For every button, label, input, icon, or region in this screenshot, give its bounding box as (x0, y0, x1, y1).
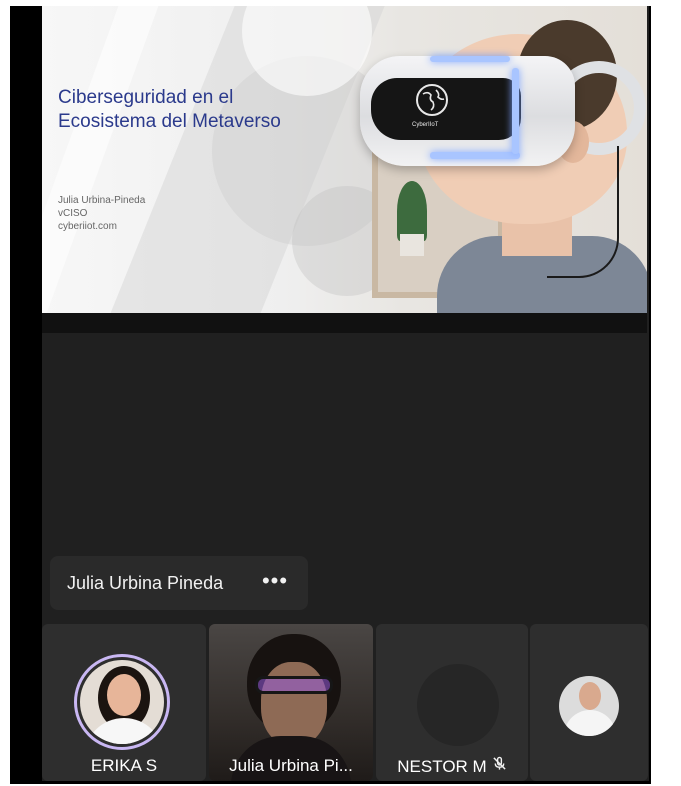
avatar-placeholder (417, 664, 499, 746)
avatar (80, 660, 164, 744)
meeting-window: Ciberseguridad en el Ecosistema del Meta… (10, 6, 651, 784)
slide-role: vCISO (58, 208, 88, 219)
presenter-name: Julia Urbina Pineda (67, 573, 224, 593)
participant-name-row: NESTOR M (376, 751, 528, 781)
speaking-indicator (74, 654, 170, 750)
participant-tile[interactable]: Julia Urbina Pi... (209, 624, 373, 781)
headset-light (512, 68, 519, 154)
photo-plant-pot (400, 234, 424, 256)
meeting-stage: Ciberseguridad en el Ecosistema del Meta… (42, 6, 649, 781)
participant-tile[interactable]: ERIKA S (42, 624, 206, 781)
slide-title: Ciberseguridad en el Ecosistema del Meta… (58, 87, 281, 132)
shared-slide: Ciberseguridad en el Ecosistema del Meta… (42, 6, 647, 313)
avatar (559, 676, 619, 736)
participant-name: ERIKA S (90, 756, 158, 775)
participant-name: NESTOR M (397, 757, 487, 776)
participant-name: Julia Urbina Pi... (229, 756, 353, 775)
slide-author: Julia Urbina-Pineda (58, 195, 146, 206)
headset-light (430, 152, 520, 159)
participant-tile[interactable]: NESTOR M (376, 624, 528, 781)
slide-website: cyberiiot.com (58, 221, 117, 232)
mic-off-icon (492, 751, 507, 781)
earbud-cable (547, 146, 619, 278)
participant-tile[interactable] (530, 624, 648, 781)
more-horizontal-icon[interactable]: ••• (259, 566, 291, 598)
globe-logo-icon (416, 84, 448, 116)
headset-logo-text: CyberIIoT (412, 122, 439, 128)
photo-plant (397, 181, 427, 241)
presenter-label: Julia Urbina Pineda ••• (50, 556, 308, 610)
headset-light (430, 56, 510, 62)
slide-bottom-strip (42, 313, 647, 333)
slide-author-block: Julia Urbina-Pineda vCISO cyberiiot.com (58, 194, 145, 233)
